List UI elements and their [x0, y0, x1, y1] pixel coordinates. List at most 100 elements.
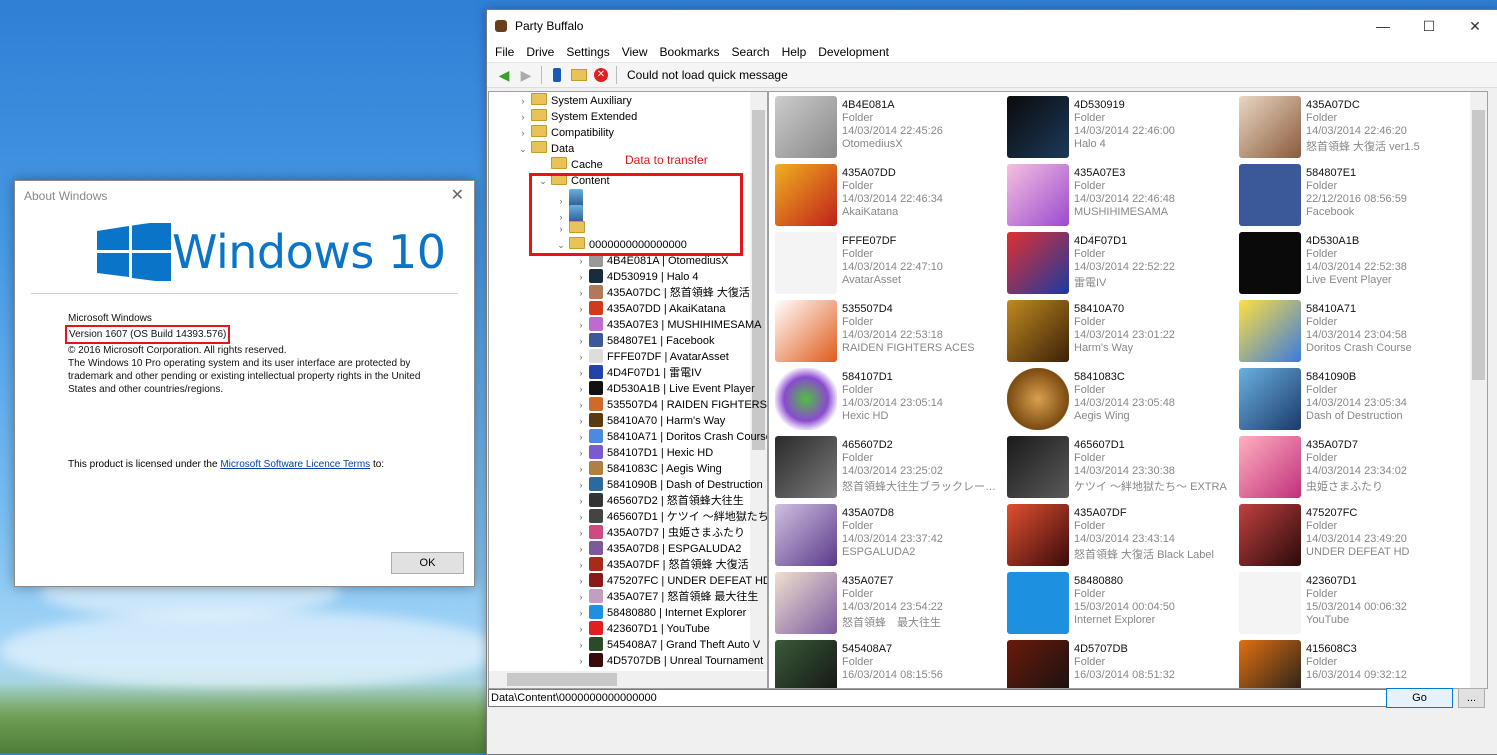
chevron-right-icon[interactable]: › — [575, 413, 587, 429]
chevron-right-icon[interactable]: › — [575, 557, 587, 573]
content-tile[interactable]: 465607D1 Folder 14/03/2014 23:30:38 ケツイ ～絆地… — [1004, 432, 1234, 498]
tree-node[interactable]: › 5841083C | Aegis Wing — [575, 461, 722, 477]
content-tile[interactable]: 435A07D8 Folder 14/03/2014 23:37:42 ESPGALU… — [772, 500, 1002, 566]
tree-node[interactable]: › 584107D1 | Hexic HD — [575, 445, 713, 461]
tree-node[interactable]: › 423607D1 | YouTube — [575, 621, 710, 637]
tree-node[interactable]: › 435A07DD | AkaiKatana — [575, 301, 725, 317]
content-tile[interactable]: 475207FC Folder 14/03/2014 23:49:20 UNDER D… — [1236, 500, 1466, 566]
chevron-right-icon[interactable]: › — [575, 525, 587, 541]
grid-vertical-scrollbar[interactable] — [1470, 92, 1487, 688]
back-arrow-icon[interactable]: ◀ — [495, 66, 513, 84]
content-tile[interactable]: 4D530A1B Folder 14/03/2014 22:52:38 Live Ev… — [1236, 228, 1466, 294]
tree-node[interactable]: › System Auxiliary — [517, 93, 632, 109]
more-button[interactable]: ... — [1458, 688, 1485, 708]
content-tile[interactable]: 4D5707DB Folder 16/03/2014 08:51:32 — [1004, 636, 1234, 688]
scroll-thumb[interactable] — [507, 673, 617, 686]
tree-node[interactable]: › System Extended — [517, 109, 637, 125]
tree-node[interactable]: › 5841090B | Dash of Destruction — [575, 477, 763, 493]
tree-node[interactable]: › 58410A71 | Doritos Crash Course — [575, 429, 767, 445]
close-icon[interactable]: ✕ — [451, 181, 464, 211]
device-icon[interactable] — [548, 66, 566, 84]
content-tile[interactable]: 435A07D7 Folder 14/03/2014 23:34:02 虫姫さまふたり — [1236, 432, 1466, 498]
chevron-right-icon[interactable]: › — [517, 93, 529, 109]
tree-node[interactable]: › 4D530919 | Halo 4 — [575, 269, 699, 285]
scroll-thumb[interactable] — [1472, 110, 1485, 380]
content-tile[interactable]: 465607D2 Folder 14/03/2014 23:25:02 怒首領蜂大往生… — [772, 432, 1002, 498]
pb-titlebar[interactable]: Party Buffalo — ☐ ✕ — [487, 10, 1497, 42]
forward-arrow-icon[interactable]: ▶ — [517, 66, 535, 84]
menu-bookmarks[interactable]: Bookmarks — [654, 45, 726, 59]
stop-icon[interactable]: ✕ — [592, 66, 610, 84]
tree-node[interactable]: › 584807E1 | Facebook — [575, 333, 714, 349]
content-tile[interactable]: 415608C3 Folder 16/03/2014 09:32:12 — [1236, 636, 1466, 688]
menu-view[interactable]: View — [616, 45, 654, 59]
chevron-right-icon[interactable]: › — [517, 125, 529, 141]
tree-node[interactable]: ⌄ Data — [517, 141, 574, 157]
open-folder-icon[interactable] — [570, 66, 588, 84]
tree-node[interactable]: › 435A07DC | 怒首領蜂 大復活 — [575, 285, 750, 301]
chevron-right-icon[interactable]: › — [575, 365, 587, 381]
menu-settings[interactable]: Settings — [560, 45, 615, 59]
chevron-right-icon[interactable]: › — [575, 301, 587, 317]
chevron-right-icon[interactable]: › — [575, 477, 587, 493]
chevron-right-icon[interactable]: › — [575, 637, 587, 653]
tree-node[interactable]: › 435A07E3 | MUSHIHIMESAMA — [575, 317, 761, 333]
content-tile[interactable]: 535507D4 Folder 14/03/2014 22:53:18 RAIDEN … — [772, 296, 1002, 362]
chevron-right-icon[interactable]: › — [575, 589, 587, 605]
tree-node[interactable]: › 435A07E7 | 怒首領蜂 最大往生 — [575, 589, 758, 605]
content-tile[interactable]: 435A07DC Folder 14/03/2014 22:46:20 怒首領蜂 大復… — [1236, 92, 1466, 158]
content-tile[interactable]: 4D4F07D1 Folder 14/03/2014 22:52:22 雷電IV — [1004, 228, 1234, 294]
content-tile[interactable]: 4B4E081A Folder 14/03/2014 22:45:26 Otomedi… — [772, 92, 1002, 158]
tree-node[interactable]: › 535507D4 | RAIDEN FIGHTERS ACES — [575, 397, 767, 413]
tree-node[interactable]: › 465607D1 | ケツイ ～絆地獄たち～ — [575, 509, 767, 525]
chevron-right-icon[interactable]: › — [575, 285, 587, 301]
ok-button[interactable]: OK — [391, 552, 464, 574]
chevron-right-icon[interactable]: › — [575, 653, 587, 669]
chevron-down-icon[interactable]: ⌄ — [517, 141, 529, 157]
menu-search[interactable]: Search — [726, 45, 776, 59]
tree-node[interactable]: › 435A07D7 | 虫姫さまふたり — [575, 525, 745, 541]
chevron-right-icon[interactable]: › — [575, 269, 587, 285]
close-icon[interactable]: ✕ — [1452, 10, 1497, 42]
chevron-right-icon[interactable]: › — [575, 349, 587, 365]
chevron-right-icon[interactable]: › — [575, 317, 587, 333]
tree-node[interactable]: › 475207FC | UNDER DEFEAT HD — [575, 573, 767, 589]
content-tile[interactable]: 4D530919 Folder 14/03/2014 22:46:00 Halo 4 — [1004, 92, 1234, 158]
license-link[interactable]: Microsoft Software Licence Terms — [220, 459, 370, 470]
tree-horizontal-scrollbar[interactable] — [489, 671, 750, 688]
content-grid[interactable]: 4B4E081A Folder 14/03/2014 22:45:26 Otomedi… — [768, 91, 1488, 689]
content-tile[interactable]: 58410A70 Folder 14/03/2014 23:01:22 Harm's … — [1004, 296, 1234, 362]
chevron-right-icon[interactable]: › — [575, 621, 587, 637]
chevron-right-icon[interactable]: › — [575, 461, 587, 477]
minimize-icon[interactable]: — — [1360, 10, 1406, 42]
tree-node[interactable]: › Compatibility — [517, 125, 614, 141]
content-tile[interactable]: 58410A71 Folder 14/03/2014 23:04:58 Doritos… — [1236, 296, 1466, 362]
chevron-right-icon[interactable]: › — [575, 541, 587, 557]
chevron-right-icon[interactable]: › — [575, 605, 587, 621]
chevron-right-icon[interactable]: › — [575, 445, 587, 461]
tree-node[interactable]: Cache — [537, 157, 603, 173]
content-tile[interactable]: FFFE07DF Folder 14/03/2014 22:47:10 AvatarA… — [772, 228, 1002, 294]
chevron-right-icon[interactable]: › — [575, 509, 587, 525]
content-tile[interactable]: 584807E1 Folder 22/12/2016 08:56:59 Faceboo… — [1236, 160, 1466, 226]
menu-development[interactable]: Development — [812, 45, 895, 59]
chevron-right-icon[interactable]: › — [575, 381, 587, 397]
chevron-right-icon[interactable]: › — [517, 109, 529, 125]
tree-node[interactable]: › 4D4F07D1 | 雷電IV — [575, 365, 702, 381]
tree-node[interactable]: › 435A07DF | 怒首領蜂 大復活 — [575, 557, 749, 573]
content-tile[interactable]: 435A07DD Folder 14/03/2014 22:46:34 AkaiKat… — [772, 160, 1002, 226]
path-input[interactable]: Data\Content\0000000000000000 — [488, 689, 1387, 707]
maximize-icon[interactable]: ☐ — [1406, 10, 1452, 42]
content-tile[interactable]: 435A07E7 Folder 14/03/2014 23:54:22 怒首領蜂 最大… — [772, 568, 1002, 634]
content-tile[interactable]: 584107D1 Folder 14/03/2014 23:05:14 Hexic H… — [772, 364, 1002, 430]
menu-drive[interactable]: Drive — [520, 45, 560, 59]
content-tile[interactable]: 435A07DF Folder 14/03/2014 23:43:14 怒首領蜂 大復… — [1004, 500, 1234, 566]
tree-node[interactable]: › 4D5707DB | Unreal Tournament — [575, 653, 763, 669]
tree-node[interactable]: › FFFE07DF | AvatarAsset — [575, 349, 729, 365]
tree-node[interactable]: › 58480880 | Internet Explorer — [575, 605, 746, 621]
go-button[interactable]: Go — [1386, 688, 1453, 708]
tree-node[interactable]: › 465607D2 | 怒首領蜂大往生 — [575, 493, 744, 509]
content-tile[interactable]: 5841090B Folder 14/03/2014 23:05:34 Dash of… — [1236, 364, 1466, 430]
tree-node[interactable]: › 545408A7 | Grand Theft Auto V — [575, 637, 760, 653]
chevron-right-icon[interactable]: › — [575, 429, 587, 445]
